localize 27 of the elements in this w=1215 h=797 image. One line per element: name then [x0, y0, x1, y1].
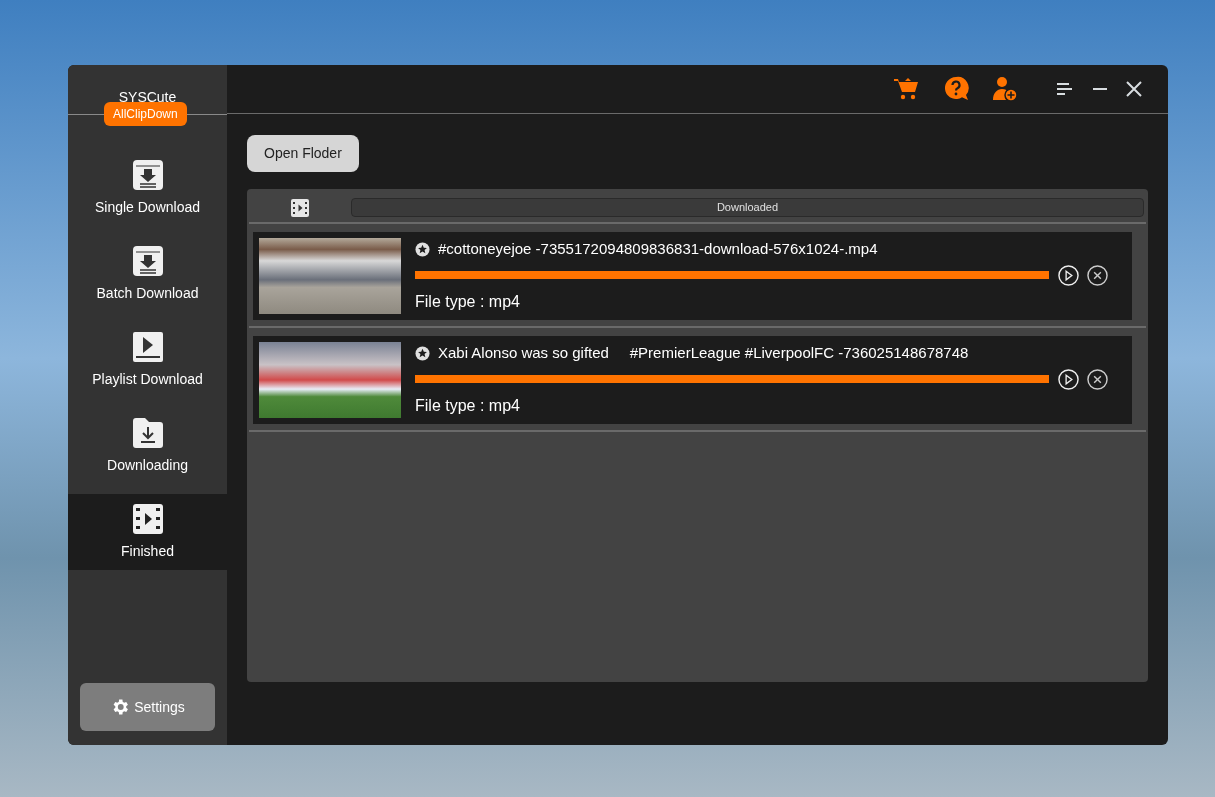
file-name: Xabi Alonso was so gifted #PremierLeague #LiverpoolFC -736025148678748 [438, 343, 969, 363]
minimize-icon[interactable] [1092, 87, 1108, 91]
file-name: #cottoneyejoe -7355172094809836831-download-576x1024-.mp4 [438, 239, 878, 259]
add-user-icon[interactable] [992, 76, 1018, 102]
close-icon[interactable] [1087, 368, 1108, 390]
settings-button[interactable]: Settings [80, 683, 215, 731]
play-icon[interactable] [1058, 264, 1079, 286]
column-header: Downloaded [351, 198, 1144, 217]
menu-icon[interactable] [1056, 82, 1072, 96]
film-icon [131, 502, 164, 535]
sidebar-nav-item[interactable]: Finished [68, 494, 227, 570]
star-badge-icon [415, 345, 430, 361]
file-type: File type : mp4 [415, 292, 521, 312]
play-screen-icon [131, 330, 164, 363]
film-icon [291, 198, 309, 217]
download-tray-icon [131, 158, 164, 191]
cart-icon[interactable] [894, 77, 920, 101]
help-icon[interactable] [944, 76, 970, 102]
star-badge-icon [415, 241, 430, 257]
file-type: File type : mp4 [415, 396, 521, 416]
close-icon[interactable] [1087, 264, 1108, 286]
download-tray-icon [131, 244, 164, 277]
product-badge: AllClipDown [104, 102, 187, 126]
folder-download-icon [131, 416, 164, 449]
open-folder-button[interactable]: Open Floder [247, 135, 359, 172]
close-icon[interactable] [1126, 81, 1142, 97]
play-icon[interactable] [1058, 368, 1079, 390]
